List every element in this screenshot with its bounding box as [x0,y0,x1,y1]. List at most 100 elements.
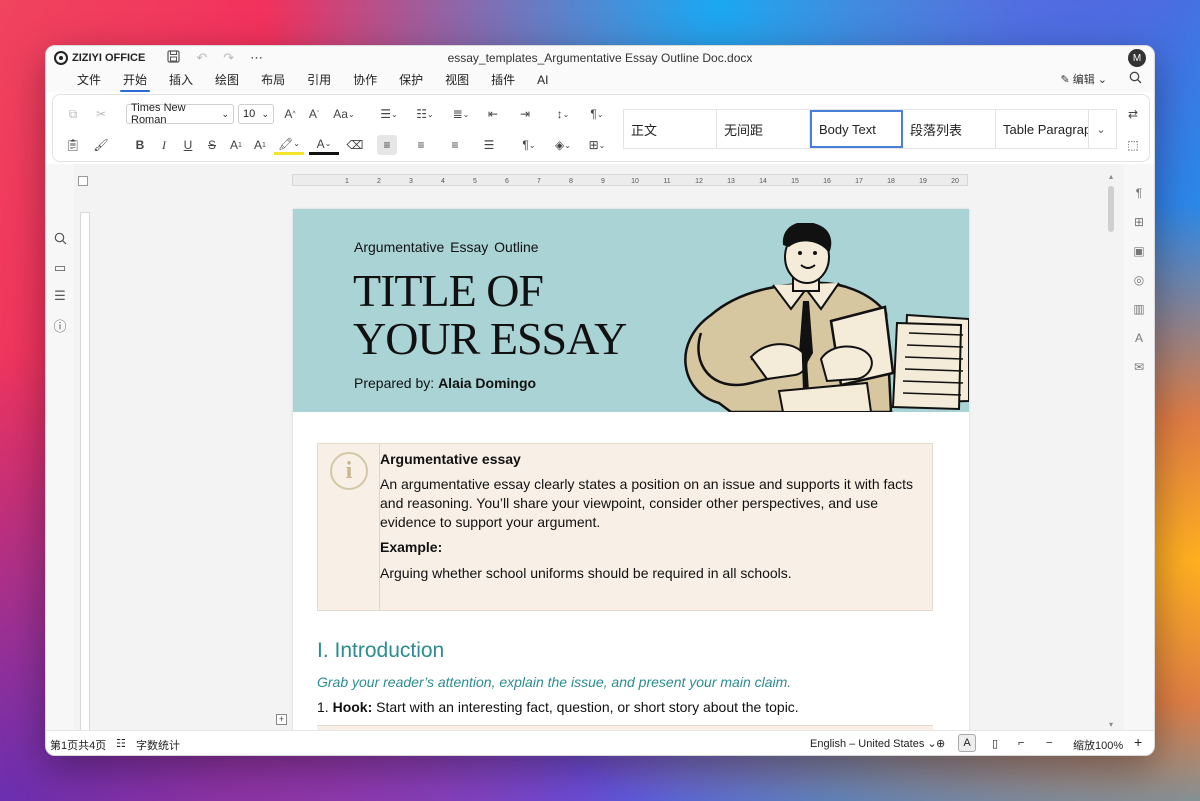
menu-plugins[interactable]: 插件 [480,70,526,92]
format-painter-icon[interactable]: 🖌︎ [91,135,111,155]
select-icon[interactable]: ⬚ [1123,135,1143,155]
decrease-indent-icon[interactable]: ⇤ [483,104,503,124]
zoom-out-icon[interactable]: − [1046,737,1052,749]
comment-icon[interactable]: ▭ [51,260,69,278]
menu-collaborate[interactable]: 协作 [342,70,388,92]
line-spacing-icon[interactable]: ↕ ⌄ [549,104,577,124]
show-marks-icon[interactable]: ¶ ⌄ [515,135,543,155]
table-icon[interactable]: ⊞ [1131,215,1147,231]
copy-icon[interactable]: ⧉ [63,104,83,124]
justify-icon[interactable]: ☰ [479,135,499,155]
superscript-icon[interactable]: A1 [226,135,246,155]
search-icon[interactable] [1129,71,1142,87]
zoom-level[interactable]: 缩放100% [1073,737,1123,753]
menu-insert[interactable]: 插入 [158,70,204,92]
change-case-icon[interactable]: Aa ⌄ [330,104,358,124]
bullet-list-icon[interactable]: ☰ ⌄ [375,104,403,124]
style-normal[interactable]: 正文 [624,110,717,148]
chevron-down-icon[interactable]: ⌄ [1089,110,1113,148]
fit-width-icon[interactable]: ⌐ [1018,737,1024,749]
style-table-paragraph[interactable]: Table Paragrap [996,110,1089,148]
search-icon[interactable] [51,232,69,250]
undo-icon[interactable]: ↶ [196,50,207,66]
vertical-scrollbar[interactable]: ▴ ▾ [1106,172,1116,730]
font-family-select[interactable]: Times New Roman ⌄ [126,102,234,126]
fit-page-icon[interactable]: ▯ [992,737,998,750]
menu-protect[interactable]: 保护 [388,70,434,92]
menu-file[interactable]: 文件 [66,70,112,92]
document-title: essay_templates_Argumentative Essay Outl… [447,51,753,65]
grow-font-icon[interactable]: A ^ [280,104,300,124]
clear-format-icon[interactable]: ⌫ [345,135,365,155]
globe-icon[interactable]: ⊕ [936,737,945,750]
multilevel-list-icon[interactable]: ≣ ⌄ [447,104,475,124]
menu-ai[interactable]: AI [526,70,559,92]
image-icon[interactable]: ▣ [1131,244,1147,260]
menu-draw[interactable]: 绘图 [204,70,250,92]
scrollbar-thumb[interactable] [1108,186,1114,232]
save-icon[interactable] [167,50,180,66]
menu-layout[interactable]: 布局 [250,70,296,92]
scroll-up-icon[interactable]: ▴ [1106,172,1116,182]
shapes-icon[interactable]: ◎ [1131,273,1147,289]
spellcheck-icon[interactable]: A [958,734,976,752]
home-ribbon: ⧉ ✂ Times New Roman ⌄ 10 ⌄ A ^ Aˇ Aa ⌄ ☰ ⌄ ☷ ⌄… [52,94,1150,162]
horizontal-ruler[interactable]: 1 2 3 4 5 6 7 8 9 10 11 12 13 14 15 16 17 18 19 20 [292,174,968,186]
more-icon[interactable]: ⋯ [250,50,263,66]
tab-selector[interactable] [78,176,88,186]
scroll-down-icon[interactable]: ▾ [1106,720,1116,730]
menu-view[interactable]: 视图 [434,70,480,92]
language-select[interactable]: English – United States ⌄ [810,737,937,750]
highlight-color-icon[interactable]: 🖍︎ ⌄ [274,135,304,155]
text-art-icon[interactable]: A [1131,331,1147,347]
cut-icon[interactable]: ✂ [91,104,111,124]
ruler-tick-label: 4 [441,178,445,185]
shrink-font-icon[interactable]: Aˇ [304,104,324,124]
paragraph-settings-icon[interactable]: ¶ ⌄ [583,104,611,124]
replace-icon[interactable]: ⇄ [1123,104,1143,124]
author-name: Alaia Domingo [438,375,537,391]
vertical-ruler[interactable] [80,212,90,732]
align-left-icon[interactable]: ≡ [377,135,397,155]
align-center-icon[interactable]: ≡ [411,135,431,155]
increase-indent-icon[interactable]: ⇥ [515,104,535,124]
navigation-icon[interactable]: ☰ [51,288,69,306]
ruler-tick-label: 1 [345,178,349,185]
numbered-list-icon[interactable]: ☷ ⌄ [411,104,439,124]
mail-merge-icon[interactable]: ✉ [1131,360,1147,376]
document-canvas[interactable]: 1 2 3 4 5 6 7 8 9 10 11 12 13 14 15 16 17 18 19 20 Argument… [74,164,1126,732]
word-count[interactable]: 字数统计 [136,737,180,753]
font-color-icon[interactable]: A ⌄ [309,135,339,155]
italic-icon[interactable]: I [154,135,174,155]
table-move-handle-icon[interactable]: + [276,714,287,725]
user-avatar[interactable]: M [1128,49,1146,67]
list-item: 1. Hook: Start with an interesting fact,… [317,699,799,715]
paragraph-icon[interactable]: ¶ [1131,186,1147,202]
style-body-text[interactable]: Body Text [810,110,903,148]
font-size-select[interactable]: 10 ⌄ [238,104,274,124]
menu-home[interactable]: 开始 [112,70,158,92]
redo-icon[interactable]: ↷ [223,50,234,66]
shading-icon[interactable]: ◈ ⌄ [549,135,577,155]
style-list-paragraph[interactable]: 段落列表 [903,110,996,148]
strikethrough-icon[interactable]: S [202,135,222,155]
subscript-icon[interactable]: A1 [250,135,270,155]
edit-mode-dropdown[interactable]: ✎ 编辑 ⌄ [1060,71,1107,87]
paste-icon[interactable]: 📋︎ [63,135,83,155]
chart-icon[interactable]: ▥ [1131,302,1147,318]
info-icon[interactable]: ⓘ [51,316,69,334]
underline-icon[interactable]: U [178,135,198,155]
align-right-icon[interactable]: ≡ [445,135,465,155]
word-count-icon[interactable]: ☷ [116,737,126,750]
style-no-spacing[interactable]: 无间距 [717,110,810,148]
page-count[interactable]: 第1页共4页 [50,737,106,753]
ruler-tick-label: 9 [601,178,605,185]
app-logo: ZIZIYI OFFICE [54,51,145,65]
ruler-tick-label: 17 [855,178,863,185]
bold-icon[interactable]: B [130,135,150,155]
document-page[interactable]: Argumentative Essay Outline TITLE OF YOU… [293,209,969,732]
pen-icon: ✎ [1060,74,1073,86]
zoom-in-icon[interactable]: + [1134,734,1142,750]
borders-icon[interactable]: ⊞ ⌄ [583,135,611,155]
menu-references[interactable]: 引用 [296,70,342,92]
